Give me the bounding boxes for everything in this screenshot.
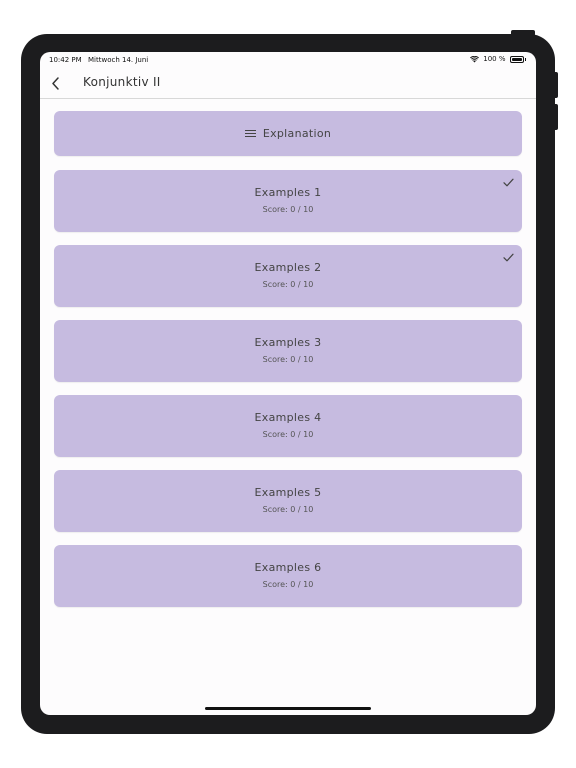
screen: 10:42 PM Mittwoch 14. Juni 100 % Konjunk…: [40, 52, 536, 715]
battery-fill: [511, 57, 522, 61]
examples-card[interactable]: Examples 5 Score: 0 / 10: [54, 470, 522, 532]
examples-title: Examples 2: [254, 261, 322, 274]
status-time: 10:42 PM: [49, 56, 82, 64]
examples-score: Score: 0 / 10: [262, 205, 314, 214]
examples-score: Score: 0 / 10: [262, 430, 314, 439]
examples-title: Examples 6: [254, 561, 322, 574]
battery-icon: [509, 55, 524, 63]
examples-card[interactable]: Examples 4 Score: 0 / 10: [54, 395, 522, 457]
checkmark-icon: [503, 178, 514, 187]
examples-title: Examples 1: [254, 186, 322, 199]
examples-card[interactable]: Examples 3 Score: 0 / 10: [54, 320, 522, 382]
status-indicators: 100 %: [470, 55, 526, 63]
page-title: Konjunktiv II: [83, 75, 161, 89]
examples-card[interactable]: Examples 6 Score: 0 / 10: [54, 545, 522, 607]
examples-title: Examples 3: [254, 336, 322, 349]
examples-score: Score: 0 / 10: [262, 280, 314, 289]
menu-icon: [244, 129, 256, 138]
wifi-icon: [470, 55, 480, 62]
examples-score: Score: 0 / 10: [262, 505, 314, 514]
chevron-left-icon: [51, 76, 59, 90]
status-bar: 10:42 PM Mittwoch 14. Juni 100 %: [40, 52, 536, 68]
battery-percentage: 100 %: [483, 55, 506, 63]
back-button[interactable]: [46, 74, 64, 92]
checkmark-icon: [503, 253, 514, 262]
examples-card[interactable]: Examples 2 Score: 0 / 10: [54, 245, 522, 307]
examples-card[interactable]: Examples 1 Score: 0 / 10: [54, 170, 522, 232]
examples-title: Examples 4: [254, 411, 322, 424]
explanation-card[interactable]: Explanation: [54, 111, 522, 156]
examples-title: Examples 5: [254, 486, 322, 499]
examples-score: Score: 0 / 10: [262, 580, 314, 589]
home-indicator[interactable]: [205, 707, 371, 710]
explanation-label: Explanation: [262, 127, 332, 140]
app-bar: Konjunktiv II: [40, 68, 536, 99]
battery-cap: [524, 57, 526, 61]
examples-score: Score: 0 / 10: [262, 355, 314, 364]
status-date: Mittwoch 14. Juni: [88, 56, 149, 64]
